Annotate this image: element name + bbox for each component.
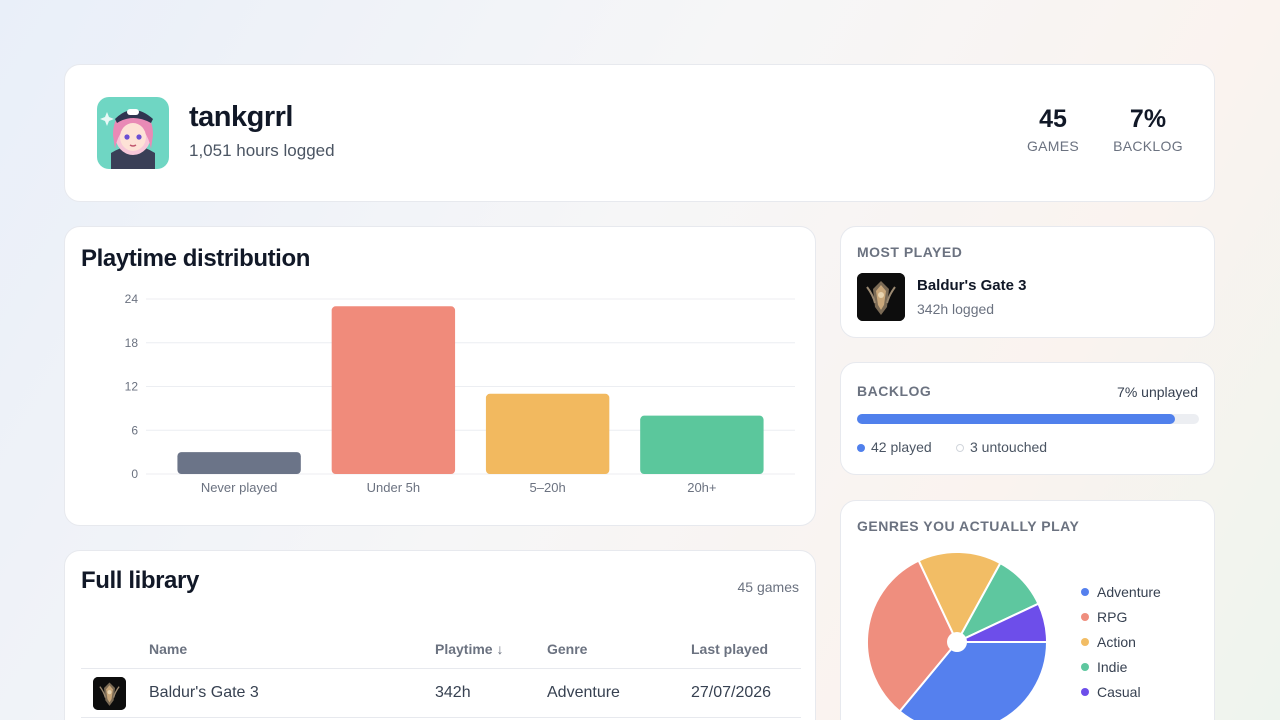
library-count: 45 games	[737, 579, 799, 595]
bar[interactable]	[640, 415, 764, 474]
backlog-progress-bar	[857, 414, 1199, 424]
most-played-card: MOST PLAYED Baldur's Gate 3 342h logged	[840, 226, 1215, 338]
library-title: Full library	[81, 567, 199, 594]
legend-label: RPG	[1097, 609, 1128, 625]
genres-pie-chart	[866, 551, 1049, 720]
played-dot-icon	[857, 444, 865, 452]
x-tick-label: Under 5h	[367, 480, 420, 495]
column-genre[interactable]: Genre	[547, 641, 587, 657]
baldurs-gate-cover-icon[interactable]	[857, 273, 905, 321]
games-label: GAMES	[1026, 138, 1080, 154]
x-tick-label: Never played	[201, 480, 278, 495]
untouched-dot-icon	[956, 444, 964, 452]
row-last-played: 27/07/2026	[691, 684, 772, 701]
backlog-percent: 7%	[1129, 105, 1167, 133]
library-card: Full library 45 games Name Playtime ↓ Ge…	[64, 550, 816, 720]
legend-dot-icon	[1081, 663, 1089, 672]
legend-item-action: Action	[1081, 634, 1136, 650]
backlog-label: BACKLOG	[1113, 138, 1183, 154]
playtime-card: 0 6 12 18 24 Never played Under 5h 5–20h 20h+ Pl…	[64, 226, 816, 526]
y-tick-label: 24	[125, 292, 139, 306]
profile-card: tankgrrl 1,051 hours logged 45 GAMES 7% …	[64, 64, 1215, 202]
legend-dot-icon	[1081, 638, 1089, 647]
row-name[interactable]: Baldur's Gate 3	[149, 684, 259, 702]
legend-label: Action	[1097, 634, 1136, 650]
backlog-unplayed: 7% unplayed	[1117, 384, 1198, 400]
bar[interactable]	[177, 452, 301, 474]
legend-item-rpg: RPG	[1081, 609, 1127, 625]
row-genre: Adventure	[547, 684, 620, 701]
table-divider	[81, 717, 801, 718]
legend-item-adventure: Adventure	[1081, 584, 1161, 600]
backlog-label: BACKLOG	[857, 383, 932, 399]
avatar[interactable]	[97, 97, 169, 169]
games-stat: 45 GAMES	[1025, 105, 1081, 154]
played-count: 42 played	[871, 439, 932, 455]
most-played-label: MOST PLAYED	[857, 244, 963, 260]
table-divider	[81, 668, 801, 669]
y-tick-label: 12	[125, 380, 139, 394]
pie-center	[947, 632, 967, 652]
bar[interactable]	[485, 393, 610, 474]
column-name[interactable]: Name	[149, 641, 187, 657]
column-playtime[interactable]: Playtime ↓	[435, 641, 503, 657]
x-tick-label: 20h+	[687, 480, 716, 495]
y-tick-label: 6	[131, 423, 138, 437]
legend-label: Casual	[1097, 684, 1141, 700]
username: tankgrrl	[189, 101, 293, 133]
most-played-hours: 342h logged	[917, 301, 995, 317]
legend-dot-icon	[1081, 588, 1089, 597]
baldurs-gate-cover-icon	[93, 677, 126, 710]
y-tick-label: 0	[131, 467, 138, 481]
legend-item-indie: Indie	[1081, 659, 1127, 675]
backlog-card: BACKLOG 7% unplayed 42 played 3 untouche…	[840, 362, 1215, 475]
legend-dot-icon	[1081, 613, 1089, 622]
legend-label: Indie	[1097, 659, 1128, 675]
legend-label: Adventure	[1097, 584, 1161, 600]
untouched-count: 3 untouched	[970, 439, 1048, 455]
legend-item-casual: Casual	[1081, 684, 1141, 700]
playtime-title: Playtime distribution	[81, 245, 310, 272]
bar[interactable]	[331, 306, 456, 474]
backlog-stat: 7% BACKLOG	[1109, 105, 1187, 154]
row-playtime: 342h	[435, 684, 471, 701]
backlog-progress-fill	[857, 414, 1176, 424]
hours-logged: 1,051 hours logged	[189, 141, 335, 160]
genres-card: GENRES YOU ACTUALLY PLAY Adventure RPG Act…	[840, 500, 1215, 720]
games-count: 45	[1039, 105, 1067, 133]
legend-dot-icon	[1081, 688, 1089, 697]
most-played-game[interactable]: Baldur's Gate 3	[917, 277, 1026, 294]
column-last-played[interactable]: Last played	[691, 641, 768, 657]
x-tick-label: 5–20h	[530, 480, 566, 495]
y-tick-label: 18	[125, 336, 139, 350]
